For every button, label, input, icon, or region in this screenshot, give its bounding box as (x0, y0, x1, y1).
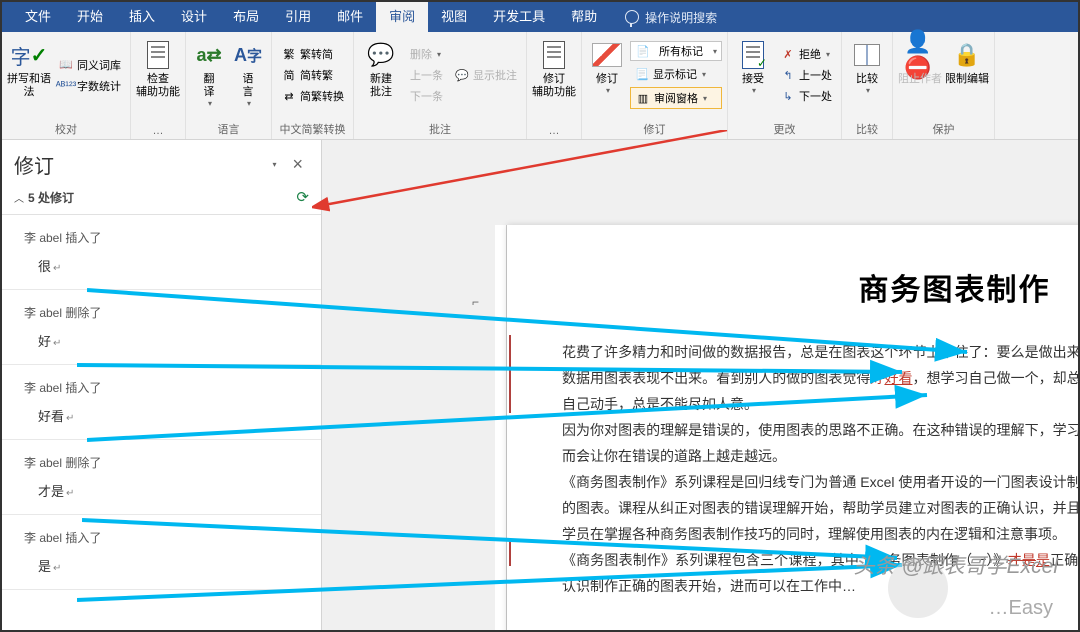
tab-references[interactable]: 引用 (272, 2, 324, 32)
bulb-icon (625, 10, 639, 24)
vertical-ruler (495, 225, 507, 630)
deleted-text: 好 (870, 370, 884, 386)
tc-to-sc-button[interactable]: 简简转繁 (277, 65, 348, 85)
next-comment-button[interactable]: 下一条 (406, 86, 447, 106)
book-icon: 📖 (58, 57, 74, 73)
accept-button[interactable]: ✓ 接受 ▾ (733, 35, 773, 115)
delete-comment-button[interactable]: 删除▾ (406, 44, 447, 64)
word-count-button[interactable]: ᴬᴮ¹²³字数统计 (54, 76, 125, 96)
block-authors-button[interactable]: 👤⛔ 阻止作者 (898, 35, 942, 115)
document-title: 商务图表制作 (562, 265, 1078, 309)
accessibility-icon (142, 39, 174, 71)
group-proofing-label: 校对 (7, 121, 125, 139)
tab-mailings[interactable]: 邮件 (324, 2, 376, 32)
pane-title: 修订 (14, 150, 54, 179)
block-icon: 👤⛔ (904, 39, 936, 71)
refresh-button[interactable]: ⟳ (296, 188, 309, 206)
translate-button[interactable]: a⇄ 翻 译 ▾ (191, 35, 227, 115)
track-accessibility-button[interactable]: 修订 辅助功能 (532, 35, 576, 115)
display-for-review-dropdown[interactable]: 📄所有标记▾ (630, 41, 722, 61)
accessibility-check-button[interactable]: 检查 辅助功能 (136, 35, 180, 115)
thesaurus-button[interactable]: 📖同义词库 (54, 55, 125, 75)
change-indicator-bar (509, 540, 511, 566)
prev-comment-button[interactable]: 上一条 (406, 65, 447, 85)
watermark-logo: …Easy (989, 597, 1053, 620)
pane-menu-dropdown[interactable]: ▾ (272, 160, 276, 169)
show-comments-button[interactable]: 💬显示批注 (450, 65, 521, 85)
group-comments-label: 批注 (359, 121, 521, 139)
tab-layout[interactable]: 布局 (220, 2, 272, 32)
restrict-editing-button[interactable]: 🔒 限制编辑 (945, 35, 989, 115)
new-comment-button[interactable]: 💬 新建 批注 (359, 35, 403, 115)
group-changes-label: 更改 (733, 121, 836, 139)
pane-icon: ▥ (635, 90, 651, 106)
menu-tabs: 文件 开始 插入 设计 布局 引用 邮件 审阅 视图 开发工具 帮助 操作说明搜… (2, 2, 1078, 32)
revision-item[interactable]: 李 abel 插入了 是↵ (2, 515, 321, 590)
accept-icon: ✓ (737, 39, 769, 71)
tab-review[interactable]: 审阅 (376, 2, 428, 32)
revision-item[interactable]: 李 abel 删除了 才是↵ (2, 440, 321, 515)
showmk-icon: 📃 (634, 66, 650, 82)
tab-view[interactable]: 视图 (428, 2, 480, 32)
next-change-button[interactable]: ↳下一处 (776, 86, 836, 106)
inserted-text: 好看 (884, 370, 912, 386)
tab-insert[interactable]: 插入 (116, 2, 168, 32)
comment-icon: 💬 (365, 39, 397, 71)
reviewing-pane-button[interactable]: ▥审阅窗格▾ (630, 87, 722, 109)
track-icon (591, 39, 623, 71)
translate-icon: a⇄ (193, 39, 225, 71)
reject-icon: ✗ (780, 46, 796, 62)
language-icon: A字 (232, 39, 264, 71)
watermark-text: 头条 @跟表哥学Excel (853, 550, 1058, 580)
tab-design[interactable]: 设计 (168, 2, 220, 32)
group-language-label: 语言 (191, 121, 266, 139)
paragraph: 《商务图表制作》系列课程是回归线专门为普通 Excel 使用者开设的一门图表设计… (562, 469, 1078, 547)
tab-home[interactable]: 开始 (64, 2, 116, 32)
language-button[interactable]: A字 语 言 ▾ (230, 35, 266, 115)
count-icon: ᴬᴮ¹²³ (58, 78, 74, 94)
show-markup-button[interactable]: 📃显示标记▾ (630, 64, 722, 84)
markup-icon: 📄 (635, 43, 651, 59)
track-changes-button[interactable]: 修订 ▾ (587, 35, 627, 115)
sc-to-tc-button[interactable]: 繁繁转简 (277, 44, 348, 64)
spell-check-icon: 字✓ (13, 39, 45, 71)
change-indicator-bar (509, 335, 511, 413)
group-protect-label: 保护 (898, 121, 989, 139)
revision-item[interactable]: 李 abel 删除了 好↵ (2, 290, 321, 365)
paragraph: 因为你对图表的理解是错误的，使用图表的思路不正确。在这种错误的理解下，学习更多的… (562, 417, 1078, 469)
tab-help[interactable]: 帮助 (558, 2, 610, 32)
accessibility2-icon (538, 39, 570, 71)
tab-developer[interactable]: 开发工具 (480, 2, 558, 32)
revisions-pane: 修订 ▾ × ︿5 处修订 ⟳ 李 abel 插入了 很↵ 李 abel 删除了… (2, 140, 322, 630)
paragraph: 花费了许多精力和时间做的数据报告，总是在图表这个环节上卡住了：要么是做出来的图表… (562, 339, 1078, 417)
group-chinese-label: 中文简繁转换 (277, 121, 348, 139)
compare-button[interactable]: 比较 ▾ (847, 35, 887, 115)
down-icon: ↳ (780, 88, 796, 104)
group-tracking-label: 修订 (587, 121, 722, 139)
tell-me-search[interactable]: 操作说明搜索 (610, 9, 717, 26)
reject-button[interactable]: ✗拒绝▾ (776, 44, 836, 64)
tab-file[interactable]: 文件 (12, 2, 64, 32)
sctc-icon: 繁 (281, 46, 297, 62)
revision-count: ︿5 处修订 (14, 189, 74, 206)
convert-icon: ⇄ (281, 88, 297, 104)
up-icon: ↰ (780, 67, 796, 83)
revision-item[interactable]: 李 abel 插入了 很↵ (2, 215, 321, 290)
tell-me-label: 操作说明搜索 (645, 9, 717, 26)
tcsc-icon: 简 (281, 67, 297, 83)
prev-change-button[interactable]: ↰上一处 (776, 65, 836, 85)
chinese-convert-button[interactable]: ⇄简繁转换 (277, 86, 348, 106)
revisions-list[interactable]: 李 abel 插入了 很↵ 李 abel 删除了 好↵ 李 abel 插入了 好… (2, 215, 321, 630)
restrict-icon: 🔒 (951, 39, 983, 71)
group-compare-label: 比较 (847, 121, 887, 139)
revision-item[interactable]: 李 abel 插入了 好看↵ (2, 365, 321, 440)
compare-icon (851, 39, 883, 71)
ribbon: 字✓ 拼写和语法 📖同义词库 ᴬᴮ¹²³字数统计 校对 检查 辅助功能 … a⇄… (2, 32, 1078, 140)
page-corner-mark: ⌐ (472, 295, 479, 309)
spelling-grammar-button[interactable]: 字✓ 拼写和语法 (7, 35, 51, 115)
pane-close-button[interactable]: × (286, 154, 309, 175)
